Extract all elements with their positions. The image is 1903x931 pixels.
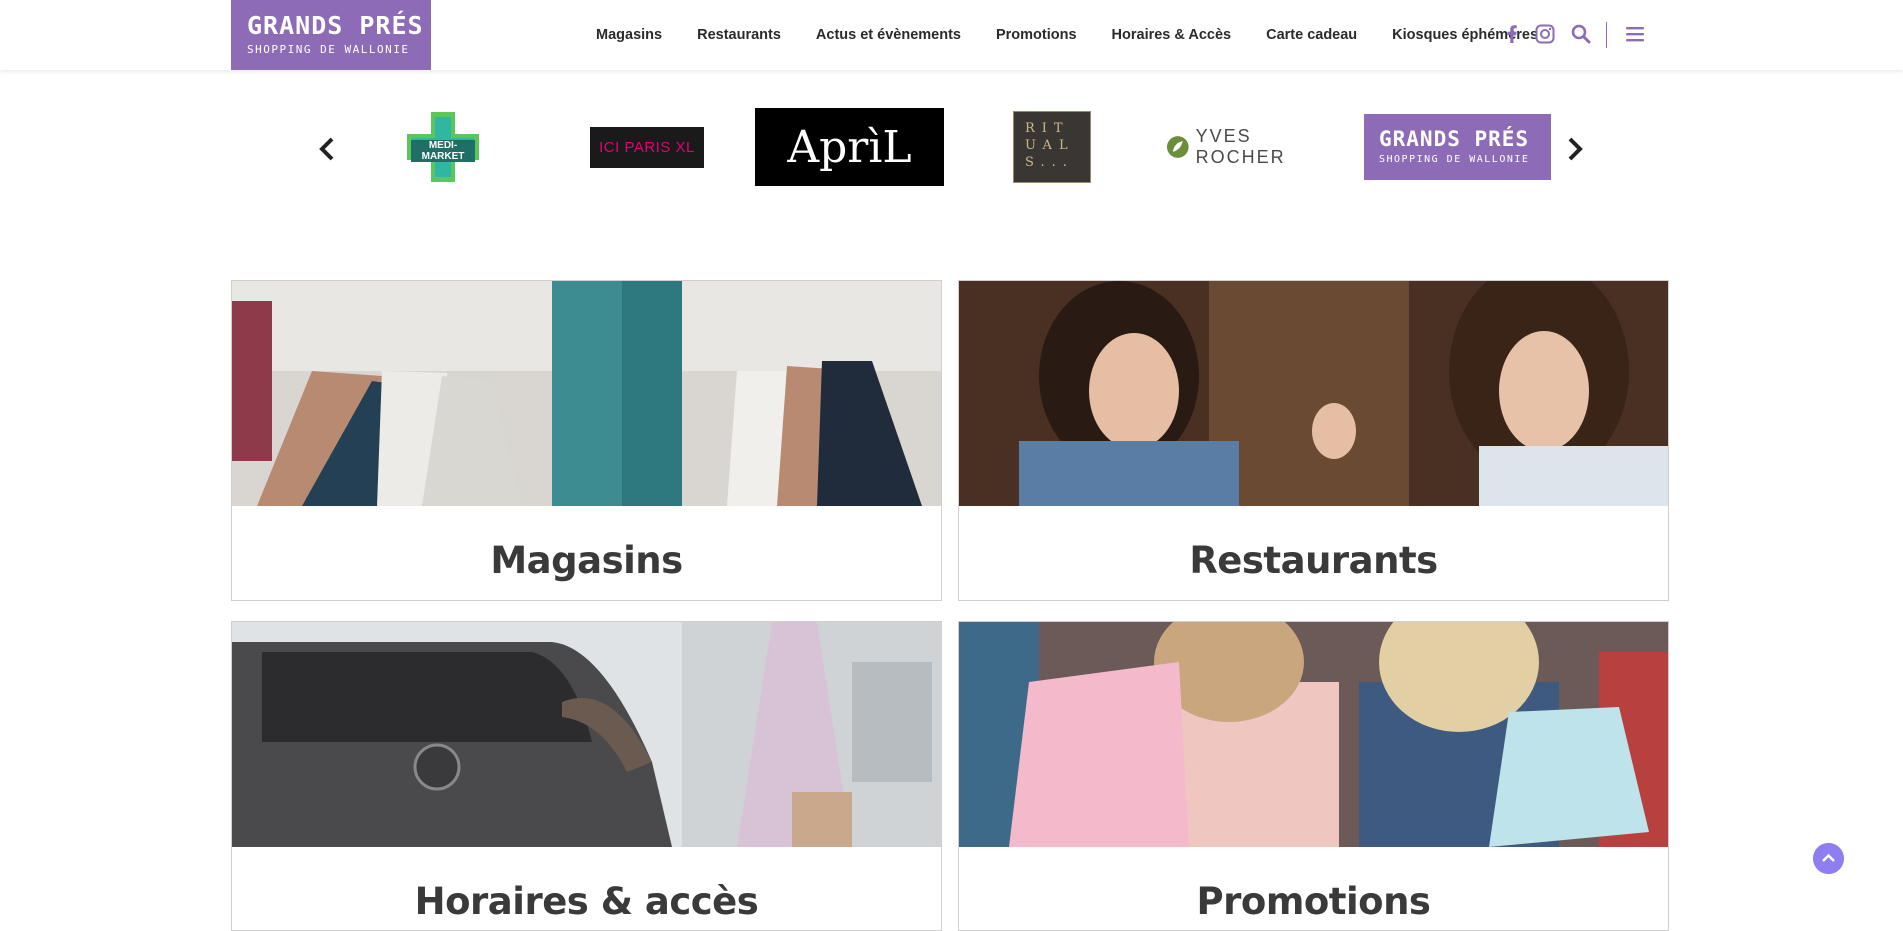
brand-yves-rocher[interactable]: YVES ROCHER: [1166, 126, 1346, 167]
brand-medi-market[interactable]: MEDI-MARKET: [407, 112, 479, 182]
main-nav: Magasins Restaurants Actus et évènements…: [596, 0, 1573, 70]
chevron-right-icon[interactable]: [1564, 134, 1586, 164]
brand-april[interactable]: AprìL: [755, 108, 944, 186]
scroll-to-top-button[interactable]: [1813, 843, 1844, 874]
instagram-icon[interactable]: [1533, 22, 1557, 46]
card-title: Promotions: [1196, 880, 1431, 923]
nav-actus[interactable]: Actus et évènements: [816, 27, 961, 43]
yves-rocher-leaf-icon: [1166, 136, 1189, 158]
card-promotions[interactable]: Promotions: [958, 621, 1669, 931]
site-header: GRANDS PRÉS SHOPPING DE WALLONIE Magasin…: [0, 0, 1903, 70]
nav-horaires[interactable]: Horaires & Accès: [1112, 27, 1232, 43]
april-text: AprìL: [787, 121, 912, 173]
nav-carte-cadeau[interactable]: Carte cadeau: [1266, 27, 1357, 43]
card-title: Restaurants: [1189, 539, 1438, 582]
logo-line2: SHOPPING DE WALLONIE: [247, 43, 410, 56]
medi-market-text: MEDI-MARKET: [411, 140, 475, 162]
car-trunk-photo: [232, 622, 941, 847]
nav-magasins[interactable]: Magasins: [596, 27, 662, 43]
header-divider: [1606, 22, 1607, 48]
card-title: Horaires & accès: [414, 880, 759, 923]
logo-line1: GRANDS PRÉS: [247, 11, 424, 40]
brand-grands-pres[interactable]: GRANDS PRÉS SHOPPING DE WALLONIE: [1364, 114, 1551, 180]
chevron-left-icon[interactable]: [316, 134, 338, 164]
card-restaurants[interactable]: Restaurants: [958, 280, 1669, 601]
brand-gp-line1: GRANDS PRÉS: [1379, 127, 1530, 151]
card-horaires-acces[interactable]: Horaires & accès: [231, 621, 942, 931]
nav-promotions[interactable]: Promotions: [996, 27, 1077, 43]
shoppers-bags-photo: [959, 622, 1668, 847]
rituals-text: RITUALS...: [1025, 121, 1075, 170]
shopping-bags-photo: [232, 281, 941, 506]
brand-ici-paris[interactable]: ICI PARIS XL: [590, 127, 704, 168]
brand-gp-line2: SHOPPING DE WALLONIE: [1379, 154, 1530, 165]
ici-paris-text: ICI PARIS XL: [599, 139, 695, 156]
card-magasins[interactable]: Magasins: [231, 280, 942, 601]
card-title: Magasins: [490, 539, 683, 582]
facebook-icon[interactable]: [1500, 22, 1524, 46]
site-logo[interactable]: GRANDS PRÉS SHOPPING DE WALLONIE: [231, 0, 431, 70]
brand-rituals[interactable]: RITUALS...: [1013, 111, 1091, 183]
nav-restaurants[interactable]: Restaurants: [697, 27, 781, 43]
friends-dining-photo: [959, 281, 1668, 506]
search-icon[interactable]: [1569, 22, 1593, 46]
menu-icon[interactable]: [1623, 22, 1647, 46]
yves-rocher-text: YVES ROCHER: [1195, 126, 1286, 167]
